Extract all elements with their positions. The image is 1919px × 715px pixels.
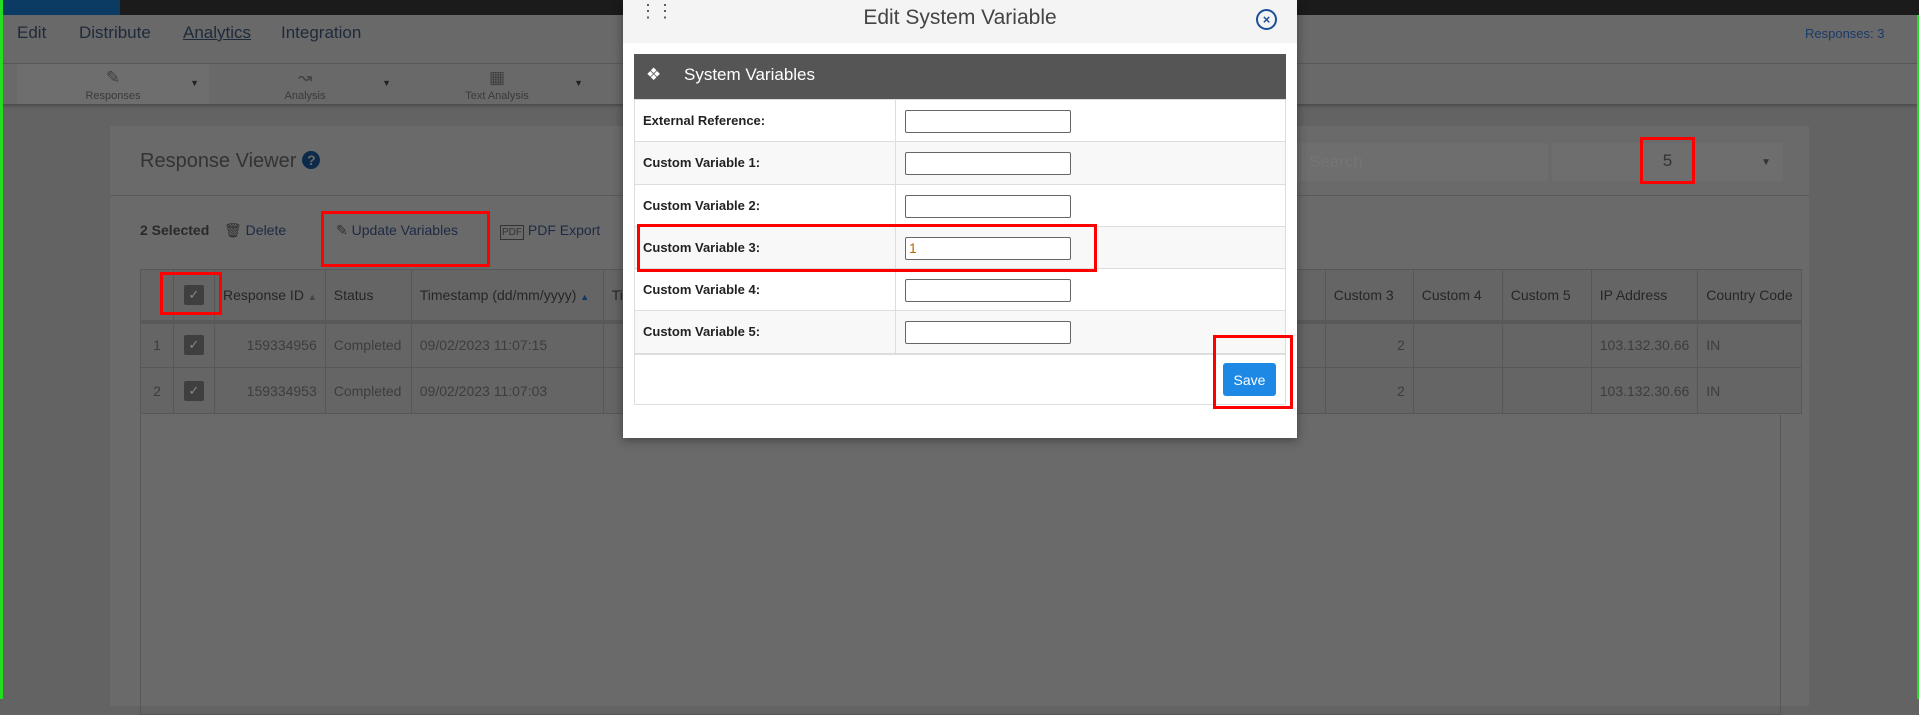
ip-address: 103.132.30.66 bbox=[1590, 321, 1699, 368]
header-label: Response ID bbox=[223, 286, 304, 303]
status: Completed bbox=[324, 367, 412, 414]
highlight-select-all bbox=[160, 272, 222, 315]
column-custom3[interactable]: Custom 3 bbox=[1324, 269, 1414, 324]
responses-icon: ✎ bbox=[105, 68, 121, 87]
close-icon[interactable]: × bbox=[1256, 9, 1277, 30]
check-icon: ✓ bbox=[184, 335, 204, 356]
title-text: Response Viewer bbox=[140, 150, 297, 172]
highlight-update-variables bbox=[321, 211, 490, 267]
window-edge bbox=[0, 0, 3, 699]
custom-variable-2-input[interactable] bbox=[905, 194, 1071, 218]
dialog-footer bbox=[634, 353, 1286, 405]
timestamp: 09/02/2023 11:07:15 bbox=[410, 321, 604, 368]
row-checkbox[interactable]: ✓ bbox=[173, 321, 215, 368]
toolbar-text-analysis[interactable]: ▦ Text Analysis ▼ bbox=[401, 64, 593, 104]
row-checkbox[interactable]: ✓ bbox=[173, 367, 215, 414]
country-code: IN bbox=[1697, 367, 1802, 414]
ip-address: 103.132.30.66 bbox=[1590, 367, 1699, 414]
highlight-save bbox=[1213, 335, 1293, 409]
dialog-header: ⋮⋮ Edit System Variable × bbox=[623, 0, 1297, 43]
field-external-reference: External Reference: bbox=[635, 100, 1285, 143]
field-custom-variable-2: Custom Variable 2: bbox=[635, 184, 1285, 227]
caret-down-icon[interactable]: ▼ bbox=[382, 78, 391, 88]
field-label: Custom Variable 4: bbox=[643, 282, 761, 298]
text-analysis-icon: ▦ bbox=[488, 68, 506, 87]
toolbar-analysis[interactable]: ↝ Analysis ▼ bbox=[209, 64, 401, 104]
pdf-icon: PDF bbox=[500, 225, 524, 240]
menu-analytics[interactable]: Analytics bbox=[183, 23, 251, 43]
delete-label: Delete bbox=[245, 222, 287, 238]
table-empty-area bbox=[140, 415, 1781, 715]
page-title: Response Viewer? bbox=[140, 150, 321, 173]
pdf-export-button[interactable]: PDF PDF Export bbox=[500, 222, 601, 240]
row-index: 1 bbox=[140, 321, 174, 368]
dialog-title: Edit System Variable bbox=[863, 6, 1057, 29]
custom3: 2 bbox=[1324, 321, 1414, 368]
custom5 bbox=[1501, 367, 1592, 414]
responses-count: Responses: 3 bbox=[1805, 26, 1885, 41]
custom3: 2 bbox=[1324, 367, 1414, 414]
delete-button[interactable]: 🗑 Delete bbox=[224, 222, 286, 239]
response-id: 159334953 bbox=[214, 367, 326, 414]
response-id: 159334956 bbox=[214, 321, 326, 368]
custom-variable-1-input[interactable] bbox=[905, 152, 1071, 176]
status: Completed bbox=[324, 321, 412, 368]
field-label: External Reference: bbox=[643, 113, 766, 128]
sort-asc-icon: ▲ bbox=[580, 291, 590, 302]
menu-distribute[interactable]: Distribute bbox=[79, 23, 151, 43]
chart-icon: ↝ bbox=[297, 68, 313, 87]
field-custom-variable-1: Custom Variable 1: bbox=[635, 142, 1285, 185]
highlight-custom-variable-3 bbox=[637, 224, 1097, 272]
field-custom-variable-5: Custom Variable 5: bbox=[635, 311, 1285, 354]
country-code: IN bbox=[1697, 321, 1802, 368]
brand-logo bbox=[0, 0, 120, 15]
external-reference-input[interactable] bbox=[905, 110, 1071, 133]
column-response-id[interactable]: Response ID ▲ bbox=[214, 269, 326, 324]
column-ip-address[interactable]: IP Address bbox=[1590, 269, 1699, 324]
custom4 bbox=[1412, 367, 1503, 414]
field-custom-variable-4: Custom Variable 4: bbox=[635, 269, 1285, 312]
toolbar-responses[interactable]: ✎ Responses ▼ bbox=[17, 64, 209, 104]
row-index: 2 bbox=[140, 367, 174, 414]
section-title: System Variables bbox=[684, 65, 816, 84]
caret-down-icon[interactable]: ▼ bbox=[190, 78, 199, 88]
field-label: Custom Variable 2: bbox=[643, 197, 761, 213]
column-status[interactable]: Status bbox=[324, 269, 412, 324]
search-input[interactable] bbox=[1297, 143, 1548, 181]
menu-edit[interactable]: Edit bbox=[17, 23, 46, 43]
toolbar-label: Analysis bbox=[284, 90, 326, 102]
custom5 bbox=[1501, 321, 1592, 368]
toolbar-label: Responses bbox=[85, 90, 141, 102]
selected-count: 2 Selected bbox=[140, 222, 210, 238]
column-country-code[interactable]: Country Code bbox=[1697, 269, 1802, 324]
caret-down-icon: ▼ bbox=[1761, 157, 1771, 168]
edit-system-variable-dialog: ⋮⋮ Edit System Variable × ❖ System Varia… bbox=[623, 0, 1297, 438]
column-custom4[interactable]: Custom 4 bbox=[1412, 269, 1503, 324]
header-label: Timestamp (dd/mm/yyyy) bbox=[419, 286, 577, 303]
help-icon[interactable]: ? bbox=[302, 151, 321, 169]
column-timestamp[interactable]: Timestamp (dd/mm/yyyy) ▲ bbox=[410, 269, 604, 324]
toolbar-label: Text Analysis bbox=[465, 90, 529, 102]
trash-icon: 🗑 bbox=[224, 222, 242, 238]
pdf-export-label: PDF Export bbox=[527, 222, 601, 238]
check-icon: ✓ bbox=[184, 380, 204, 401]
custom4 bbox=[1412, 321, 1503, 368]
custom-variable-5-input[interactable] bbox=[905, 321, 1071, 345]
puzzle-icon: ❖ bbox=[646, 65, 662, 84]
field-label: Custom Variable 5: bbox=[643, 324, 761, 340]
menu-integration[interactable]: Integration bbox=[281, 23, 361, 43]
highlight-page-size bbox=[1640, 137, 1695, 184]
sort-icon: ▲ bbox=[307, 291, 317, 302]
timestamp: 09/02/2023 11:07:03 bbox=[410, 367, 604, 414]
field-label: Custom Variable 1: bbox=[643, 155, 761, 171]
section-header: ❖ System Variables bbox=[634, 54, 1286, 99]
column-custom5[interactable]: Custom 5 bbox=[1501, 269, 1592, 324]
caret-down-icon[interactable]: ▼ bbox=[574, 78, 583, 88]
custom-variable-4-input[interactable] bbox=[905, 279, 1071, 303]
